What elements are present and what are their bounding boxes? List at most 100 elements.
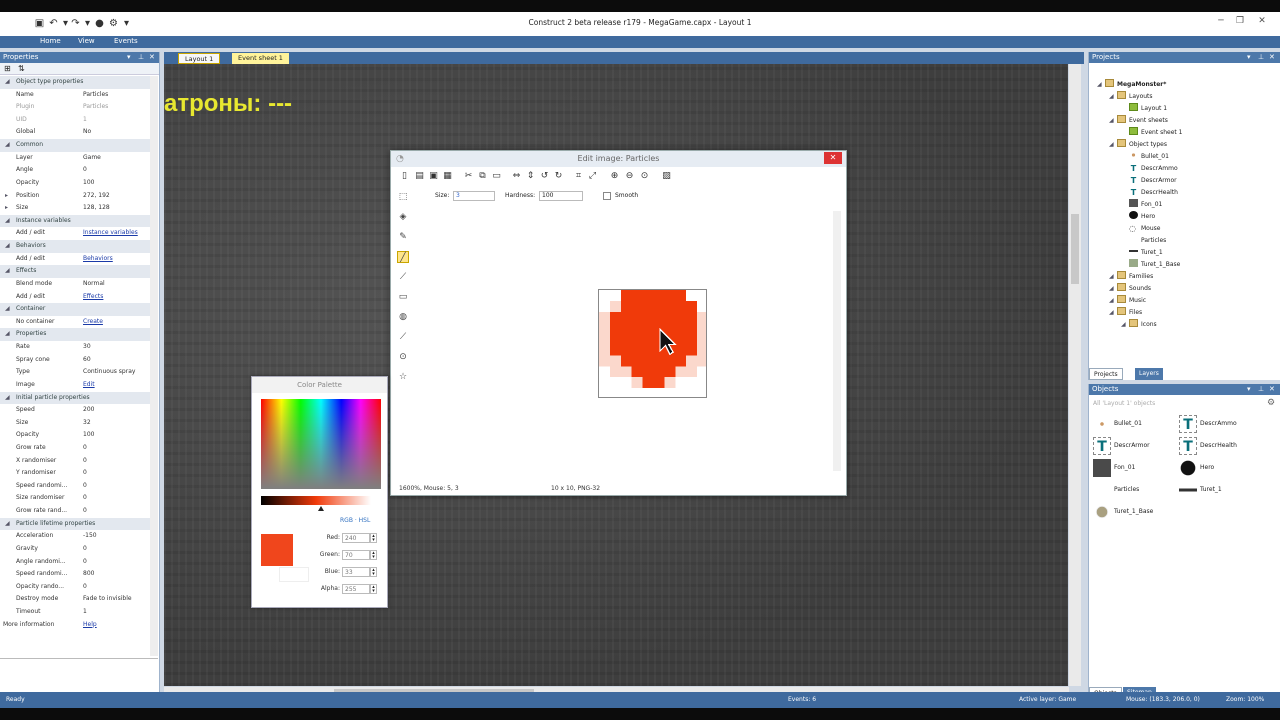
mirror-icon[interactable]: ⇔ xyxy=(511,171,522,182)
property-row[interactable]: Image Edit xyxy=(0,379,150,392)
property-link[interactable]: Effects xyxy=(83,291,103,304)
property-row[interactable]: Acceleration -150 xyxy=(0,530,150,543)
property-row[interactable]: ▸ Position 272, 192 xyxy=(0,190,150,203)
property-row[interactable]: Blend mode Normal xyxy=(0,278,150,291)
color-spectrum[interactable] xyxy=(261,399,381,489)
origin-icon[interactable]: ⊙ xyxy=(397,351,409,363)
tree-toggle-icon[interactable]: ◢ xyxy=(1121,319,1129,331)
categorized-icon[interactable]: ⊞ xyxy=(4,64,11,73)
object-item[interactable]: Turet_1 xyxy=(1179,480,1222,500)
project-tree-item[interactable]: ◢ Music xyxy=(1109,295,1146,307)
property-section[interactable]: ◢ Properties xyxy=(0,328,150,341)
property-row[interactable]: Opacity rando... 0 xyxy=(0,581,150,594)
property-row[interactable]: Y randomiser 0 xyxy=(0,467,150,480)
project-tree-item[interactable]: Hero xyxy=(1121,211,1155,223)
property-row[interactable]: Timeout 1 xyxy=(0,606,150,619)
property-section[interactable]: ◢ Particle lifetime properties xyxy=(0,517,150,531)
project-tree-item[interactable]: Turet_1_Base xyxy=(1121,259,1180,271)
property-value[interactable]: 32 xyxy=(83,417,91,430)
property-section[interactable]: ◢ Initial particle properties xyxy=(0,391,150,405)
spinner-icon[interactable]: ▴ ▾ xyxy=(370,584,377,594)
maximize-button[interactable]: ❐ xyxy=(1233,15,1247,27)
property-value[interactable]: 0 xyxy=(83,505,87,518)
hardness-input[interactable]: 100 xyxy=(539,191,583,201)
property-row[interactable]: No container Create xyxy=(0,316,150,329)
vscroll-thumb[interactable] xyxy=(1071,214,1079,284)
project-tree-item[interactable]: ◢ Icons xyxy=(1121,319,1157,331)
property-value[interactable]: 30 xyxy=(83,341,91,354)
rectangle-select-icon[interactable]: ⬚ xyxy=(397,191,409,203)
tree-toggle-icon[interactable]: ◢ xyxy=(1109,283,1117,295)
property-value[interactable]: 0 xyxy=(83,492,87,505)
property-row[interactable]: UID 1 xyxy=(0,114,150,127)
property-section[interactable]: ◢ Common xyxy=(0,139,150,152)
property-value[interactable]: 800 xyxy=(83,568,94,581)
property-row[interactable]: Layer Game xyxy=(0,152,150,165)
property-row[interactable]: Global No xyxy=(0,126,150,139)
property-value[interactable]: 100 xyxy=(83,177,94,190)
property-value[interactable]: 1 xyxy=(83,606,87,619)
property-row[interactable]: Speed 200 xyxy=(0,404,150,417)
save-icon[interactable]: ▣ xyxy=(428,171,439,182)
property-row[interactable]: Rate 30 xyxy=(0,341,150,354)
property-value[interactable]: Continuous spray xyxy=(83,366,135,379)
panel-close-icon[interactable]: ✕ xyxy=(1269,52,1275,63)
tree-toggle-icon[interactable]: ◢ xyxy=(1097,79,1105,91)
menu-events[interactable]: Events xyxy=(114,37,138,45)
pencil-icon[interactable]: ✎ xyxy=(397,231,409,243)
tab-projects[interactable]: Projects xyxy=(1089,368,1123,380)
expand-icon[interactable]: ▸ xyxy=(5,190,8,203)
zoom-in-icon[interactable]: ⊕ xyxy=(609,171,620,182)
spinner-icon[interactable]: ▴ ▾ xyxy=(370,550,377,560)
shade-slider[interactable] xyxy=(261,496,371,505)
paste-icon[interactable]: ▭ xyxy=(491,171,502,182)
settings-icon[interactable]: ⚙ xyxy=(1267,398,1275,408)
property-row[interactable]: ▸ Size 128, 128 xyxy=(0,202,150,215)
pin-icon[interactable]: ⊥ xyxy=(1258,384,1264,395)
export-icon[interactable]: ▦ xyxy=(442,171,453,182)
property-section[interactable]: ◢ Object type properties xyxy=(0,76,150,89)
property-row[interactable]: Spray cone 60 xyxy=(0,354,150,367)
property-row[interactable]: Plugin Particles xyxy=(0,101,150,114)
open-icon[interactable]: ▤ xyxy=(414,171,425,182)
project-tree-item[interactable]: Layout 1 xyxy=(1121,103,1167,115)
property-row[interactable]: Speed randomi... 800 xyxy=(0,568,150,581)
image-editor-close-button[interactable]: ✕ xyxy=(824,152,842,164)
close-window-button[interactable]: ✕ xyxy=(1255,15,1269,27)
property-link[interactable]: Behaviors xyxy=(83,253,113,266)
brush-icon[interactable]: ╱ xyxy=(397,251,409,263)
line-icon[interactable]: ⟋ xyxy=(397,271,409,283)
size-input[interactable]: 3 xyxy=(453,191,495,201)
property-row[interactable]: Grow rate 0 xyxy=(0,442,150,455)
color-palette-title[interactable]: Color Palette xyxy=(252,377,387,393)
panel-dropdown-icon[interactable]: ▾ xyxy=(1247,384,1251,395)
resize-icon[interactable]: ⤢ xyxy=(587,171,598,182)
alphabetical-icon[interactable]: ⇅ xyxy=(18,64,25,73)
image-edit-area[interactable] xyxy=(416,207,841,477)
rectangle-icon[interactable]: ▭ xyxy=(397,291,409,303)
panel-dropdown-icon[interactable]: ▾ xyxy=(1247,52,1251,63)
object-item[interactable]: T DescrArmor xyxy=(1093,436,1150,456)
project-tree-item[interactable]: ◌ Mouse xyxy=(1121,223,1160,235)
pin-icon[interactable]: ⊥ xyxy=(138,52,144,63)
property-row[interactable]: Opacity 100 xyxy=(0,429,150,442)
pin-icon[interactable]: ⊥ xyxy=(1258,52,1264,63)
project-tree-item[interactable]: ◢ MegaMonster* xyxy=(1097,79,1166,91)
property-row[interactable]: X randomiser 0 xyxy=(0,455,150,468)
tab-layout-1[interactable]: Layout 1 xyxy=(178,53,221,64)
channel-input[interactable]: 33 xyxy=(342,567,370,577)
rotate-cw-icon[interactable]: ↻ xyxy=(553,171,564,182)
property-row[interactable]: Add / edit Instance variables xyxy=(0,227,150,240)
object-item[interactable]: T DescrAmmo xyxy=(1179,414,1237,434)
property-value[interactable]: 0 xyxy=(83,543,87,556)
property-value[interactable]: 0 xyxy=(83,581,87,594)
fill-icon[interactable]: ◍ xyxy=(397,311,409,323)
tab-layers[interactable]: Layers xyxy=(1135,368,1163,380)
properties-scrollbar[interactable] xyxy=(150,76,158,656)
property-value[interactable]: 0 xyxy=(83,480,87,493)
project-tree-item[interactable]: ◢ Object types xyxy=(1109,139,1167,151)
collapse-icon[interactable]: ◢ xyxy=(5,139,10,152)
object-item[interactable]: Fon_01 xyxy=(1093,458,1135,478)
property-value[interactable]: Fade to invisible xyxy=(83,593,132,606)
project-tree-item[interactable]: T DescrAmmo xyxy=(1121,163,1178,175)
